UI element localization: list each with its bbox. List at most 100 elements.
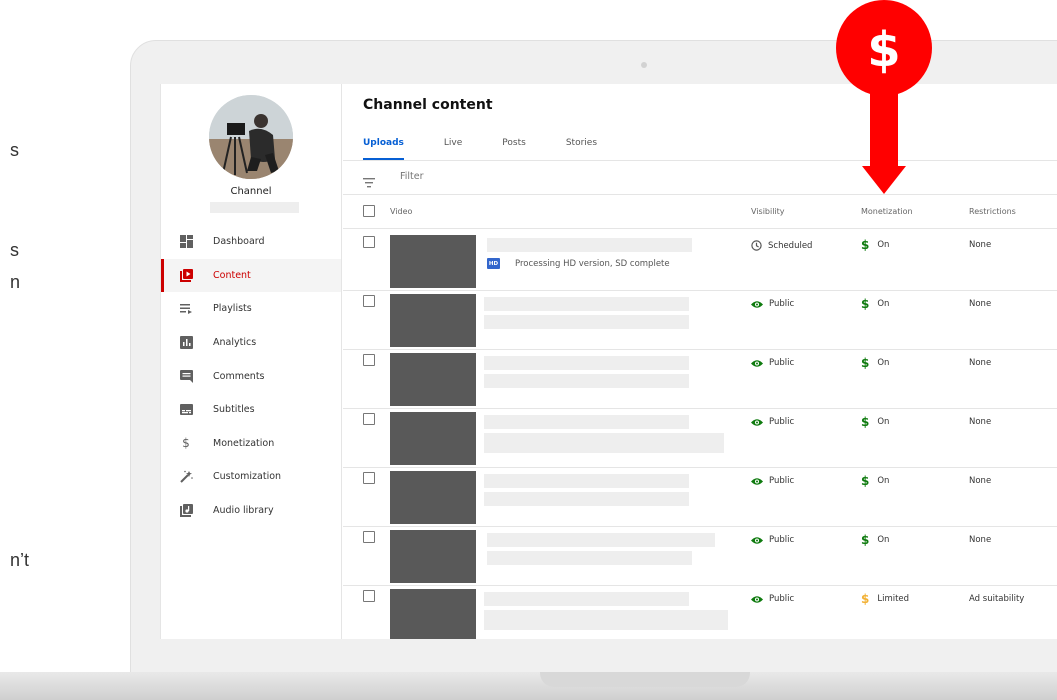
sidebar: Channel Dashboard Content Playlists Anal… <box>161 84 342 639</box>
monetization-cell[interactable]: $ On <box>861 533 889 547</box>
video-thumbnail[interactable] <box>390 412 476 465</box>
laptop-notch <box>540 672 750 687</box>
sidebar-item-customization[interactable]: Customization <box>161 460 341 494</box>
sidebar-item-label: Comments <box>213 370 265 382</box>
sidebar-item-monetization[interactable]: $ Monetization <box>161 427 341 461</box>
eye-icon <box>751 359 763 367</box>
table-row[interactable]: Public $ On None <box>343 409 1057 468</box>
row-checkbox[interactable] <box>363 236 375 248</box>
dollar-icon: $ <box>861 533 870 547</box>
avatar[interactable] <box>209 95 293 179</box>
row-checkbox[interactable] <box>363 295 375 307</box>
cut-off-text: n’t <box>10 550 30 570</box>
title-placeholder <box>484 474 689 488</box>
monetization-cell[interactable]: $ On <box>861 415 889 429</box>
divider <box>343 228 1057 229</box>
visibility-cell[interactable]: Public <box>751 299 794 309</box>
row-checkbox[interactable] <box>363 472 375 484</box>
visibility-cell[interactable]: Public <box>751 417 794 427</box>
visibility-cell[interactable]: Public <box>751 358 794 368</box>
webcam <box>641 62 647 68</box>
visibility-cell[interactable]: Public <box>751 476 794 486</box>
restrictions-cell: Ad suitability <box>969 594 1025 604</box>
column-header-monetization[interactable]: Monetization <box>861 207 913 216</box>
sidebar-item-label: Content <box>213 269 251 281</box>
table-row[interactable]: Public $ On None <box>343 468 1057 527</box>
video-thumbnail[interactable] <box>390 530 476 583</box>
divider <box>343 194 1057 195</box>
visibility-cell[interactable]: Scheduled <box>751 240 812 251</box>
visibility-cell[interactable]: Public <box>751 594 794 604</box>
column-header-restrictions[interactable]: Restrictions <box>969 207 1016 216</box>
channel-handle-placeholder <box>210 202 299 213</box>
sidebar-item-subtitles[interactable]: Subtitles <box>161 393 341 427</box>
title-placeholder <box>487 238 692 252</box>
eye-icon <box>751 418 763 426</box>
title-placeholder <box>484 415 689 429</box>
restrictions-cell: None <box>969 535 992 545</box>
video-thumbnail[interactable] <box>390 353 476 406</box>
row-checkbox[interactable] <box>363 531 375 543</box>
tab-live[interactable]: Live <box>444 138 462 160</box>
select-all-checkbox[interactable] <box>363 205 375 217</box>
eye-icon <box>751 300 763 308</box>
video-thumbnail[interactable] <box>390 235 476 288</box>
monetization-cell[interactable]: $ On <box>861 356 889 370</box>
table-row[interactable]: Public $ On None <box>343 527 1057 586</box>
video-thumbnail[interactable] <box>390 471 476 524</box>
monetization-cell[interactable]: $ Limited <box>861 592 909 606</box>
table-row[interactable]: Public $ On None <box>343 350 1057 409</box>
description-placeholder <box>484 315 689 329</box>
column-header-video[interactable]: Video <box>390 207 412 216</box>
row-checkbox[interactable] <box>363 413 375 425</box>
sidebar-nav: Dashboard Content Playlists Analytics Co… <box>161 225 341 527</box>
monetization-cell[interactable]: $ On <box>861 474 889 488</box>
tab-uploads[interactable]: Uploads <box>363 138 404 160</box>
eye-icon <box>751 536 763 544</box>
tab-posts[interactable]: Posts <box>502 138 526 160</box>
sidebar-item-comments[interactable]: Comments <box>161 359 341 393</box>
sidebar-item-audio-library[interactable]: Audio library <box>161 494 341 528</box>
row-checkbox[interactable] <box>363 354 375 366</box>
cut-off-text: n <box>10 272 21 292</box>
table-row[interactable]: Public $ Limited Ad suitability <box>343 586 1057 639</box>
sidebar-item-content[interactable]: Content <box>161 258 341 293</box>
sidebar-item-label: Audio library <box>213 505 274 517</box>
filter-icon[interactable] <box>363 173 375 192</box>
visibility-label: Public <box>769 476 795 486</box>
video-thumbnail[interactable] <box>390 589 476 639</box>
monetization-label: On <box>877 476 890 486</box>
dollar-icon: $ <box>861 474 870 488</box>
title-placeholder <box>484 297 689 311</box>
cut-off-text: s <box>10 240 19 260</box>
video-thumbnail[interactable] <box>390 294 476 347</box>
monetization-label: On <box>877 358 890 368</box>
monetization-label: On <box>877 240 890 250</box>
table-row[interactable]: HD Processing HD version, SD complete Sc… <box>343 232 1057 291</box>
comments-icon <box>179 369 193 383</box>
sidebar-item-analytics[interactable]: Analytics <box>161 326 341 360</box>
magic-wand-icon <box>179 470 193 484</box>
playlists-icon <box>179 302 193 316</box>
restrictions-cell: None <box>969 240 992 250</box>
sidebar-item-dashboard[interactable]: Dashboard <box>161 225 341 259</box>
restrictions-cell: None <box>969 358 992 368</box>
monetization-cell[interactable]: $ On <box>861 297 889 311</box>
visibility-cell[interactable]: Public <box>751 535 794 545</box>
column-header-visibility[interactable]: Visibility <box>751 207 785 216</box>
table-row[interactable]: Public $ On None <box>343 291 1057 350</box>
restrictions-cell: None <box>969 476 992 486</box>
filter-input[interactable] <box>400 171 600 182</box>
monetization-label: Limited <box>877 594 910 604</box>
row-checkbox[interactable] <box>363 590 375 602</box>
divider <box>343 160 1057 161</box>
tab-stories[interactable]: Stories <box>566 138 597 160</box>
sidebar-item-label: Playlists <box>213 303 252 315</box>
processing-status: Processing HD version, SD complete <box>515 259 670 269</box>
sidebar-item-playlists[interactable]: Playlists <box>161 292 341 326</box>
monetization-cell[interactable]: $ On <box>861 238 889 252</box>
description-placeholder <box>487 551 692 565</box>
dollar-icon: $ <box>861 415 870 429</box>
restrictions-cell: None <box>969 417 992 427</box>
dollar-icon: $ <box>861 238 870 252</box>
